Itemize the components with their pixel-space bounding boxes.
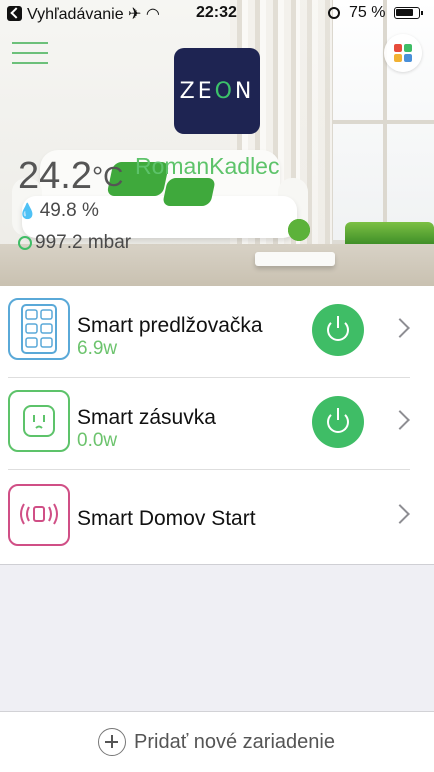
add-device-button[interactable]: Pridať nové zariadenie <box>98 727 335 757</box>
footer-bar: Pridať nové zariadenie <box>0 711 434 772</box>
device-row-hub[interactable]: Smart Domov Start <box>0 472 434 564</box>
apps-grid-button[interactable] <box>384 34 422 72</box>
device-name: Smart predlžovačka <box>77 314 263 337</box>
user-name: RomanKadlec <box>135 153 280 179</box>
gauge-icon <box>18 236 32 250</box>
add-device-label: Pridať nové zariadenie <box>134 730 335 753</box>
header-background: Vyhľadávanie ✈ ◠ 22:32 75 % ZEON 24.2°C … <box>0 0 434 286</box>
device-name: Smart zásuvka <box>77 406 216 429</box>
window-decoration <box>330 0 434 240</box>
menu-button[interactable] <box>12 42 48 64</box>
back-icon[interactable] <box>7 6 22 21</box>
grass-decoration <box>345 222 434 244</box>
zeon-logo: ZEON <box>174 48 260 134</box>
droplet-icon: 💧 <box>18 203 37 220</box>
apps-grid-icon <box>394 44 402 52</box>
device-name: Smart Domov Start <box>77 507 256 530</box>
divider <box>8 469 410 470</box>
socket-icon <box>8 390 70 452</box>
pillow <box>162 178 216 206</box>
power-toggle-button[interactable] <box>312 396 364 448</box>
humidity-readout: 💧 49.8 % <box>18 200 99 221</box>
carrier-label[interactable]: Vyhľadávanie ✈ ◠ <box>27 4 160 24</box>
device-row-power-strip[interactable]: Smart predlžovačka 6.9w <box>0 286 434 378</box>
device-row-socket[interactable]: Smart zásuvka 0.0w <box>0 378 434 470</box>
hub-icon <box>8 484 70 546</box>
chevron-right-icon[interactable] <box>390 504 410 524</box>
power-strip-icon <box>8 298 70 360</box>
plus-circle-icon <box>98 728 126 756</box>
device-power: 6.9w <box>77 338 118 359</box>
rotation-lock-icon <box>328 7 340 19</box>
device-power: 0.0w <box>77 430 118 451</box>
wifi-icon: ◠ <box>145 6 160 23</box>
airplane-icon: ✈ <box>128 6 142 23</box>
status-time: 22:32 <box>196 4 237 21</box>
plant-decoration <box>286 214 312 254</box>
pressure-readout: 997.2 mbar <box>18 232 131 254</box>
coffee-table <box>255 252 335 266</box>
chevron-right-icon[interactable] <box>390 410 410 430</box>
device-list: Smart predlžovačka 6.9w Smart zásuvka 0.… <box>0 286 434 565</box>
battery-percent: 75 % <box>349 4 386 21</box>
power-toggle-button[interactable] <box>312 304 364 356</box>
temperature-readout: 24.2°C <box>18 155 124 197</box>
chevron-right-icon[interactable] <box>390 318 410 338</box>
status-bar: Vyhľadávanie ✈ ◠ 22:32 75 % <box>0 0 434 28</box>
battery-icon <box>394 7 423 19</box>
